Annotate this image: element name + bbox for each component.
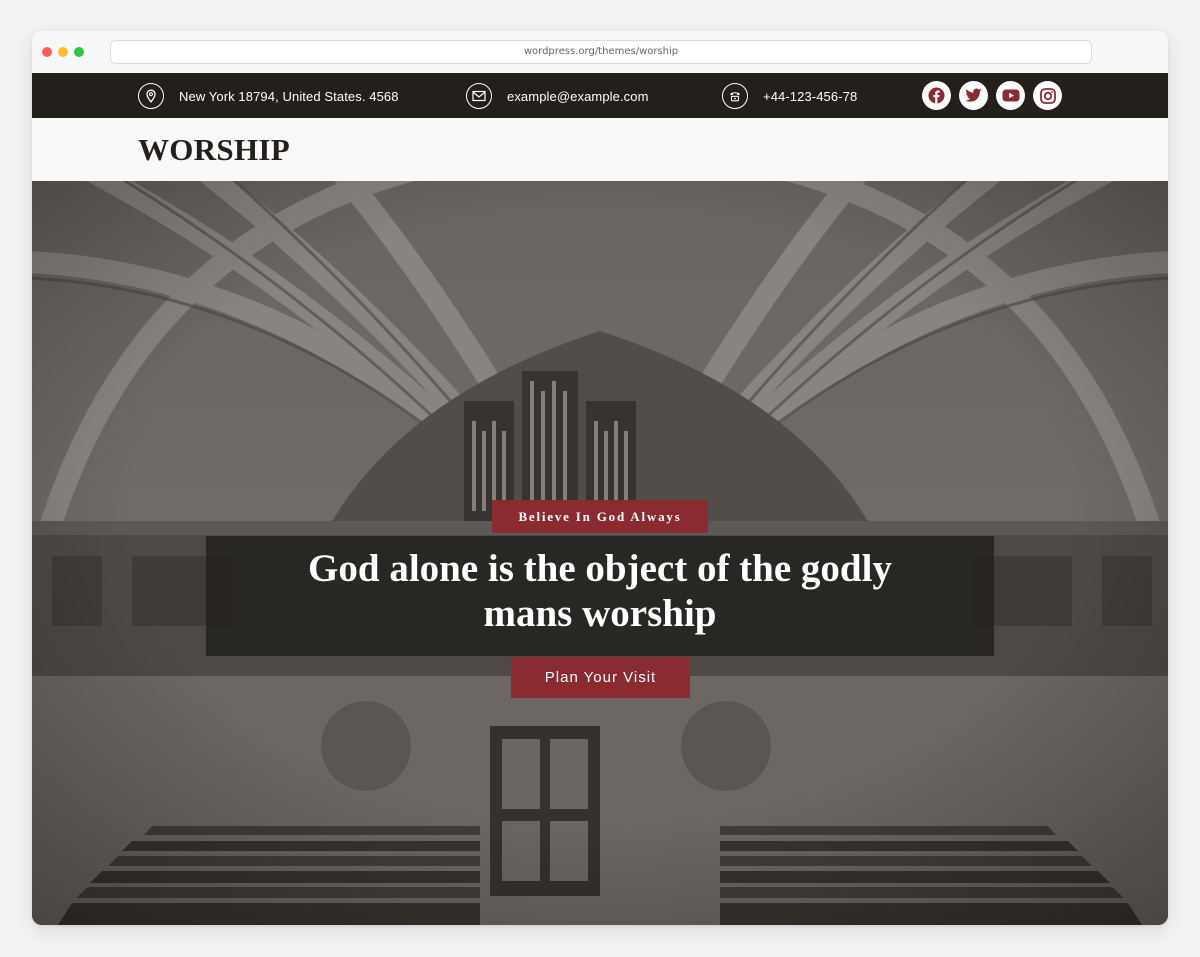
facebook-icon xyxy=(928,87,945,104)
instagram-icon xyxy=(1039,87,1056,104)
phone-link[interactable]: +44-123-456-78 xyxy=(763,89,857,104)
plan-your-visit-button[interactable]: Plan Your Visit xyxy=(511,657,690,698)
browser-titlebar: wordpress.org/themes/worship xyxy=(32,31,1168,73)
top-info-bar: New York 18794, United States. 4568 exam… xyxy=(32,73,1168,118)
address-info: New York 18794, United States. 4568 xyxy=(138,81,399,111)
address-bar[interactable]: wordpress.org/themes/worship xyxy=(110,40,1092,64)
twitter-icon xyxy=(965,88,982,102)
hero-tagline: Believe In God Always xyxy=(492,500,708,533)
address-text: New York 18794, United States. 4568 xyxy=(179,88,399,104)
hero-headline-line1: God alone is the object of the godly xyxy=(308,547,892,590)
hero-headline: God alone is the object of the godly man… xyxy=(206,546,994,636)
browser-window: wordpress.org/themes/worship New York 18… xyxy=(32,31,1168,925)
minimize-window-button[interactable] xyxy=(58,47,68,57)
instagram-link[interactable] xyxy=(1033,81,1062,110)
site-logo[interactable]: WORSHIP xyxy=(138,132,290,168)
phone-info: +44-123-456-78 xyxy=(722,81,857,111)
twitter-link[interactable] xyxy=(959,81,988,110)
youtube-link[interactable] xyxy=(996,81,1025,110)
email-info: example@example.com xyxy=(466,81,649,111)
youtube-icon xyxy=(1002,89,1019,102)
hero-section: Believe In God Always God alone is the o… xyxy=(32,181,1168,925)
location-pin-icon xyxy=(138,83,164,109)
close-window-button[interactable] xyxy=(42,47,52,57)
site-header: WORSHIP xyxy=(32,118,1168,181)
email-link[interactable]: example@example.com xyxy=(507,89,649,104)
social-links xyxy=(922,81,1070,110)
facebook-link[interactable] xyxy=(922,81,951,110)
envelope-icon xyxy=(466,83,492,109)
hero-headline-line2: mans worship xyxy=(483,592,717,635)
hero-headline-box: God alone is the object of the godly man… xyxy=(206,536,994,656)
maximize-window-button[interactable] xyxy=(74,47,84,57)
phone-icon xyxy=(722,83,748,109)
